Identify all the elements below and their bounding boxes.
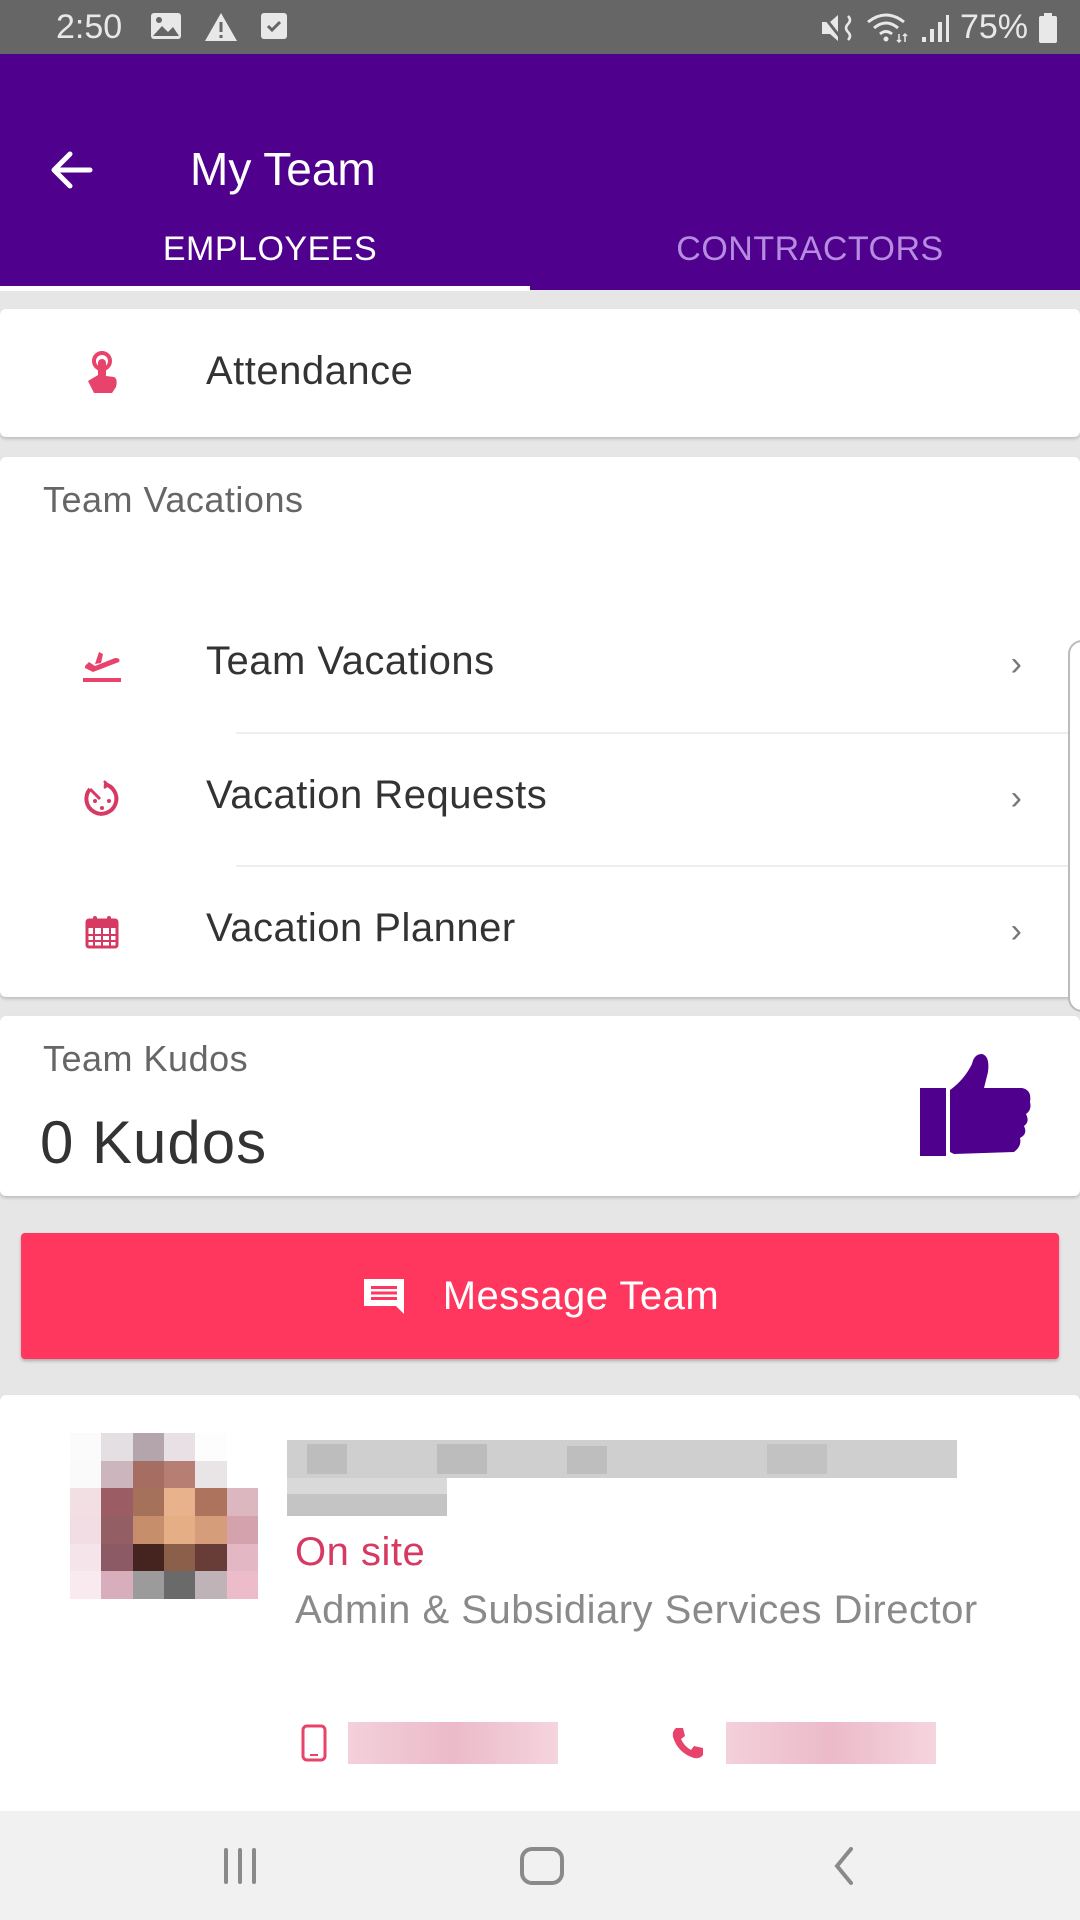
chat-icon bbox=[363, 1279, 404, 1314]
tab-employees[interactable]: EMPLOYEES bbox=[0, 208, 540, 290]
vacation-requests-label: Vacation Requests bbox=[206, 773, 548, 817]
tab-indicator bbox=[0, 286, 530, 291]
warning-icon bbox=[205, 13, 237, 41]
chevron-right-icon: › bbox=[1010, 645, 1022, 683]
home-button[interactable] bbox=[512, 1841, 572, 1891]
vacation-planner-label: Vacation Planner bbox=[206, 906, 516, 950]
calendar-icon bbox=[80, 910, 124, 954]
mobile-contact[interactable] bbox=[300, 1722, 558, 1764]
team-vacations-label: Team Vacations bbox=[206, 639, 495, 683]
timer-icon bbox=[80, 777, 124, 821]
touch-icon bbox=[80, 351, 124, 395]
phone-number-redacted bbox=[726, 1722, 936, 1764]
wifi-icon bbox=[867, 13, 908, 43]
recent-apps-icon bbox=[224, 1848, 256, 1884]
avatar bbox=[70, 1433, 258, 1599]
system-back-button[interactable] bbox=[814, 1841, 874, 1891]
message-team-label: Message Team bbox=[442, 1273, 720, 1318]
back-button[interactable] bbox=[44, 142, 100, 198]
employee-status: On site bbox=[295, 1530, 426, 1574]
app-bar: My Team EMPLOYEES CONTRACTORS bbox=[0, 54, 1080, 291]
flight-takeoff-icon bbox=[80, 643, 124, 687]
team-vacations-card: Team Vacations Team Vacations › Vacation… bbox=[0, 457, 1080, 997]
task-done-icon bbox=[261, 13, 287, 39]
list-item-vacation-planner[interactable]: Vacation Planner › bbox=[0, 866, 1072, 998]
kudos-count: 0 Kudos bbox=[40, 1109, 268, 1176]
list-item-vacation-requests[interactable]: Vacation Requests › bbox=[0, 733, 1072, 865]
arrow-back-icon bbox=[51, 151, 93, 189]
attendance-label: Attendance bbox=[206, 349, 414, 393]
chevron-left-icon bbox=[834, 1847, 853, 1885]
attendance-card[interactable]: Attendance bbox=[0, 309, 1080, 437]
vibrate-mute-icon bbox=[820, 12, 852, 43]
status-time: 2:50 bbox=[56, 8, 123, 46]
chevron-right-icon: › bbox=[1010, 912, 1022, 950]
mobile-number-redacted bbox=[348, 1722, 558, 1764]
battery-percent: 75% bbox=[959, 8, 1028, 46]
mobile-phone-icon bbox=[301, 1724, 327, 1762]
chevron-right-icon: › bbox=[1010, 779, 1022, 817]
recent-apps-button[interactable] bbox=[210, 1841, 270, 1891]
message-team-button[interactable]: Message Team bbox=[21, 1233, 1059, 1359]
home-icon bbox=[520, 1847, 564, 1885]
signal-icon bbox=[921, 14, 949, 42]
page-title: My Team bbox=[190, 143, 376, 195]
tab-bar: EMPLOYEES CONTRACTORS bbox=[0, 208, 1080, 290]
system-nav-bar bbox=[0, 1811, 1080, 1920]
tab-contractors[interactable]: CONTRACTORS bbox=[540, 208, 1080, 290]
phone-contact[interactable] bbox=[670, 1722, 936, 1764]
thumbs-up-icon bbox=[920, 1054, 1031, 1156]
image-icon bbox=[151, 13, 181, 39]
team-vacations-section-title: Team Vacations bbox=[43, 479, 304, 520]
status-bar: 2:50 75% bbox=[0, 0, 1080, 54]
side-panel-handle[interactable] bbox=[1068, 640, 1080, 1012]
team-kudos-section-title: Team Kudos bbox=[43, 1038, 249, 1079]
employee-name-redacted bbox=[287, 1440, 957, 1516]
phone-icon bbox=[672, 1728, 703, 1759]
battery-icon bbox=[1039, 12, 1057, 43]
employee-job-title: Admin & Subsidiary Services Director bbox=[295, 1588, 978, 1632]
list-item-team-vacations[interactable]: Team Vacations › bbox=[0, 599, 1072, 731]
